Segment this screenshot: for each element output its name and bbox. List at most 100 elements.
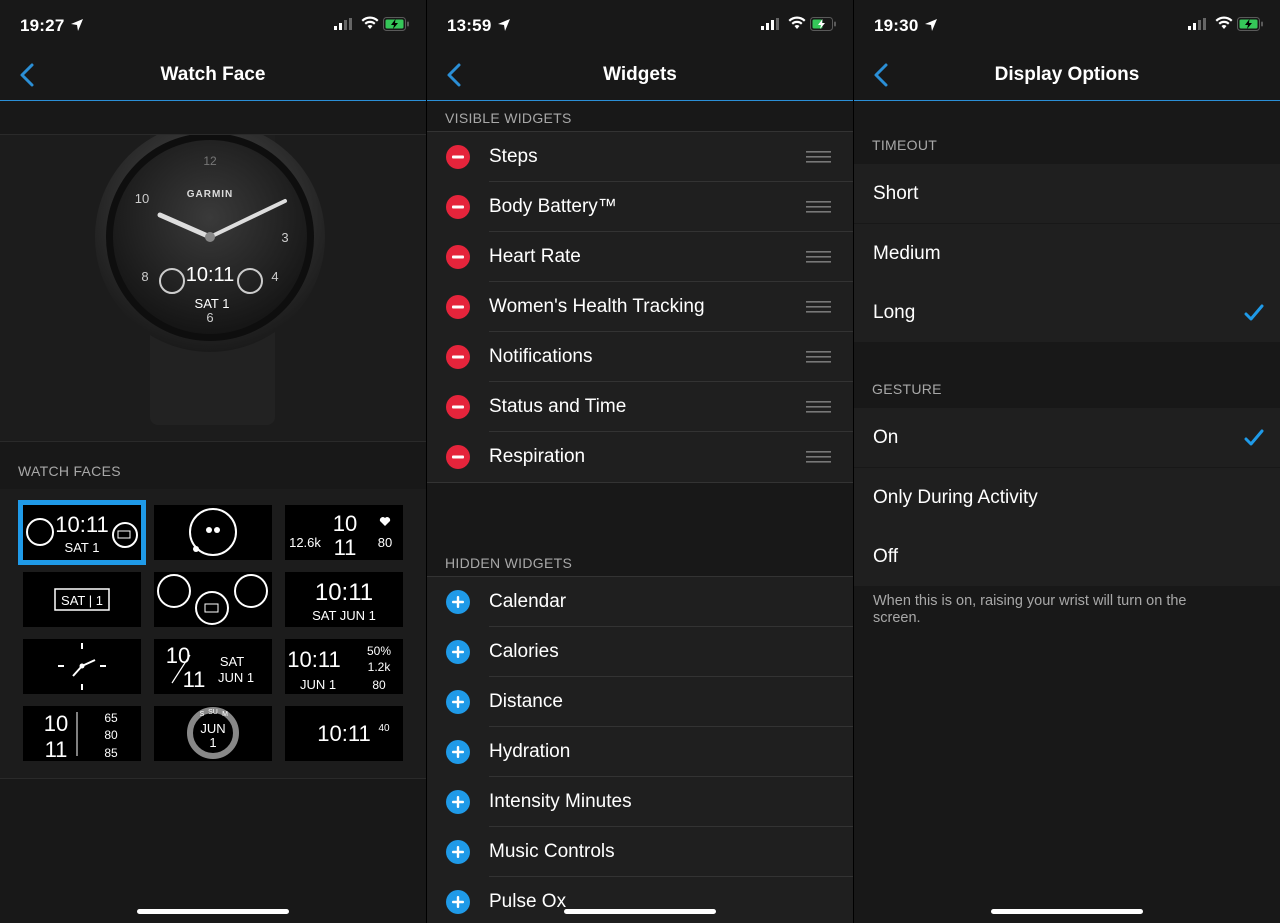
svg-text:1: 1	[209, 735, 216, 750]
watch-face-option[interactable]: 10:11 JUN 1 50% 1.2k 80	[285, 639, 403, 694]
remove-circle-icon[interactable]	[446, 145, 470, 169]
widget-row-notifications[interactable]: Notifications	[427, 332, 853, 382]
svg-text:10: 10	[44, 711, 68, 736]
svg-text:SAT 1: SAT 1	[65, 540, 100, 555]
widget-label: Steps	[489, 146, 538, 167]
drag-handle-icon[interactable]	[806, 451, 831, 463]
widget-label: Heart Rate	[489, 246, 581, 267]
svg-text:80: 80	[372, 678, 386, 692]
drag-handle-icon[interactable]	[806, 151, 831, 163]
remove-circle-icon[interactable]	[446, 445, 470, 469]
remove-circle-icon[interactable]	[446, 295, 470, 319]
option-on[interactable]: On	[854, 408, 1280, 467]
page-title: Watch Face	[160, 64, 266, 85]
cellular-signal-icon	[334, 18, 352, 30]
option-label: Long	[873, 302, 916, 323]
option-long[interactable]: Long	[854, 283, 1280, 342]
add-circle-icon[interactable]	[446, 690, 470, 714]
add-circle-icon[interactable]	[446, 790, 470, 814]
svg-text:12: 12	[203, 154, 217, 168]
svg-text:8: 8	[141, 269, 148, 284]
wifi-icon	[1215, 16, 1233, 29]
watch-image: 12 10 8 4 3 6 GARMIN 10:11 SAT 1	[95, 122, 325, 425]
option-label: Short	[873, 183, 919, 204]
drag-handle-icon[interactable]	[806, 301, 831, 313]
nav-bar: Widgets	[427, 50, 853, 101]
drag-handle-icon[interactable]	[806, 201, 831, 213]
svg-text:80: 80	[104, 728, 118, 742]
remove-circle-icon[interactable]	[446, 245, 470, 269]
watch-face-option[interactable]: 10 11 SAT JUN 1	[154, 639, 272, 694]
watch-brand: GARMIN	[187, 189, 234, 200]
svg-text:10:11: 10:11	[317, 721, 370, 746]
home-indicator	[991, 909, 1143, 914]
drag-handle-icon[interactable]	[806, 251, 831, 263]
drag-handle-icon[interactable]	[806, 351, 831, 363]
add-circle-icon[interactable]	[446, 590, 470, 614]
svg-text:10: 10	[166, 643, 190, 668]
watch-face-option[interactable]: 10:11 SAT 1	[18, 500, 146, 565]
widget-label: Calendar	[489, 591, 567, 612]
widget-label: Music Controls	[489, 841, 615, 862]
widget-row-heart-rate[interactable]: Heart Rate	[427, 232, 853, 282]
svg-text:11: 11	[334, 535, 357, 560]
widget-row-hydration[interactable]: Hydration	[427, 727, 853, 777]
svg-text:3: 3	[281, 230, 288, 245]
watch-face-option[interactable]: JUN 1 S SU M	[154, 706, 272, 761]
option-short[interactable]: Short	[854, 164, 1280, 223]
watch-face-option[interactable]	[154, 572, 272, 627]
location-arrow-icon	[498, 19, 510, 31]
widget-row-respiration[interactable]: Respiration	[427, 432, 853, 482]
widget-row-steps[interactable]: Steps	[427, 132, 853, 182]
wifi-icon	[361, 16, 379, 29]
svg-text:10: 10	[333, 511, 357, 536]
battery-charging-icon	[1237, 17, 1263, 31]
widget-label: Status and Time	[489, 396, 627, 417]
widget-row-calories[interactable]: Calories	[427, 627, 853, 677]
option-label: On	[873, 427, 899, 448]
page-title: Widgets	[603, 64, 677, 85]
remove-circle-icon[interactable]	[446, 395, 470, 419]
svg-text:4: 4	[271, 269, 278, 284]
remove-circle-icon[interactable]	[446, 345, 470, 369]
watch-faces-label: WATCH FACES	[18, 463, 121, 479]
widget-row-body-battery[interactable]: Body Battery™	[427, 182, 853, 232]
option-medium[interactable]: Medium	[854, 223, 1280, 283]
svg-text:10:11: 10:11	[287, 647, 340, 672]
add-circle-icon[interactable]	[446, 890, 470, 914]
option-off[interactable]: Off	[854, 527, 1280, 586]
status-time: 19:27	[20, 16, 65, 35]
svg-text:10:11: 10:11	[315, 579, 373, 606]
widget-row-pulse-ox[interactable]: Pulse Ox	[427, 877, 853, 923]
widget-row-women-s-health-tracking[interactable]: Women's Health Tracking	[427, 282, 853, 332]
drag-handle-icon[interactable]	[806, 401, 831, 413]
nav-bar: Display Options	[854, 50, 1280, 101]
watch-face-option[interactable]: 10:11 40	[285, 706, 403, 761]
watch-face-option[interactable]: 10 11 65 80 85	[23, 706, 141, 761]
watch-preview: 12 10 8 4 3 6 GARMIN 10:11 SAT 1	[0, 122, 426, 442]
status-bar: 13:59	[427, 0, 853, 50]
svg-text:SAT: SAT	[220, 654, 244, 669]
svg-text:10: 10	[135, 191, 149, 206]
add-circle-icon[interactable]	[446, 740, 470, 764]
widget-row-status-and-time[interactable]: Status and Time	[427, 382, 853, 432]
watch-face-option[interactable]	[154, 505, 272, 560]
widget-row-distance[interactable]: Distance	[427, 677, 853, 727]
widget-label: Hydration	[489, 741, 571, 762]
option-only-during-activity[interactable]: Only During Activity	[854, 467, 1280, 527]
add-circle-icon[interactable]	[446, 640, 470, 664]
battery-charging-icon	[810, 17, 836, 31]
display-options-screen: 19:30 Display Options TIMEOUT Short Mediu…	[854, 0, 1280, 923]
watch-face-option[interactable]: 10:11 SAT JUN 1	[285, 572, 403, 627]
remove-circle-icon[interactable]	[446, 195, 470, 219]
widget-row-calendar[interactable]: Calendar	[427, 577, 853, 627]
watch-face-option[interactable]: SAT | 1	[23, 572, 141, 627]
option-label: Only During Activity	[873, 486, 1038, 508]
checkmark-icon	[1244, 429, 1264, 446]
widget-row-intensity-minutes[interactable]: Intensity Minutes	[427, 777, 853, 827]
watch-face-option[interactable]	[23, 639, 141, 694]
widget-row-music-controls[interactable]: Music Controls	[427, 827, 853, 877]
watch-face-option[interactable]: 12.6k 10 11 80	[285, 505, 403, 560]
add-circle-icon[interactable]	[446, 840, 470, 864]
svg-text:85: 85	[104, 746, 118, 760]
